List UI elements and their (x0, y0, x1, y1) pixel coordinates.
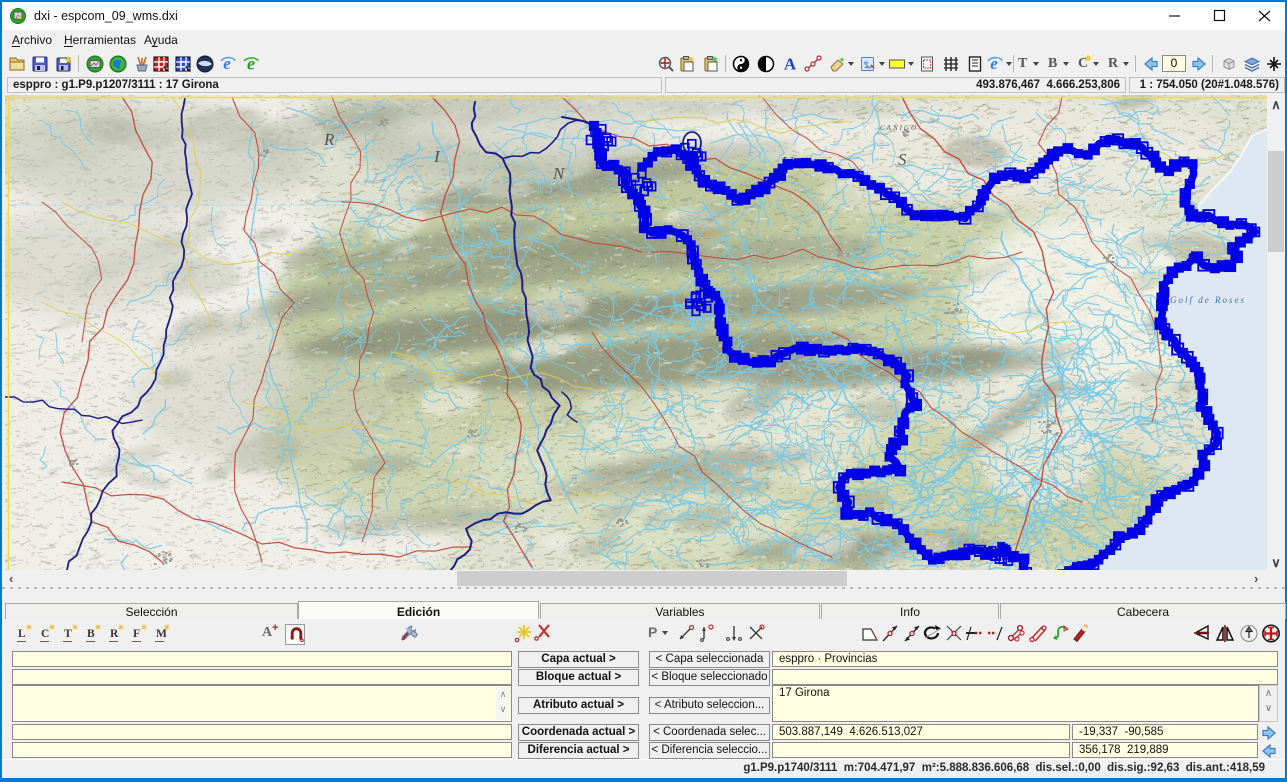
svg-text:Golf de Roses: Golf de Roses (1170, 295, 1246, 305)
svg-text:R: R (323, 130, 335, 149)
svg-text:S: S (898, 150, 907, 169)
svg-text:A: A (784, 55, 797, 73)
svg-text:N: N (552, 164, 566, 183)
svg-text:CANIGO: CANIGO (880, 124, 918, 132)
